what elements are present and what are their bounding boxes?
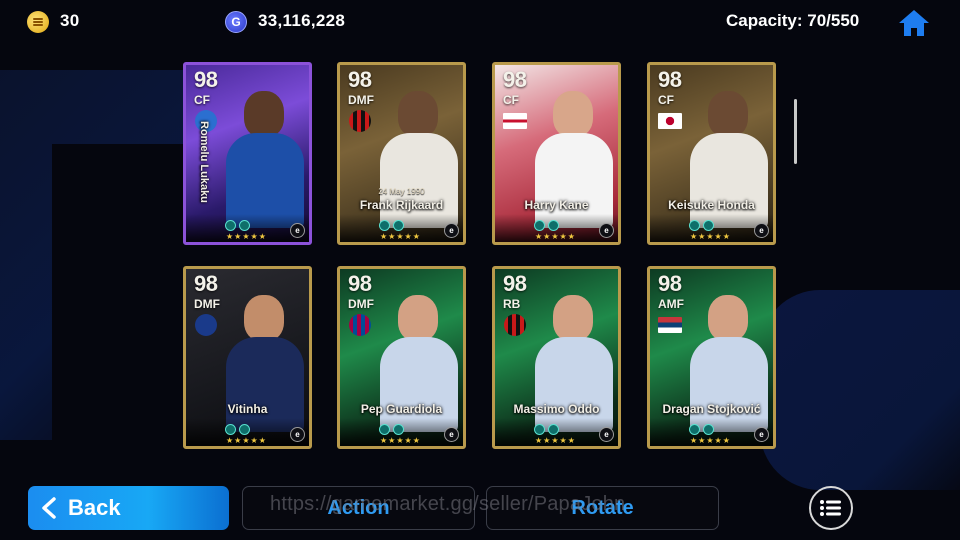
- card-date: 24 May 1990: [378, 187, 425, 196]
- skill-icons: [689, 220, 714, 231]
- player-rating: 98: [503, 67, 527, 92]
- player-card[interactable]: 98 CF Keisuke Honda ★★★★★ e: [647, 62, 776, 245]
- star-rating: ★★★★★: [226, 436, 267, 445]
- player-image: [220, 83, 309, 228]
- skill-icon: [393, 220, 404, 231]
- star-rating: ★★★★★: [226, 232, 267, 241]
- skill-icons: [379, 424, 404, 435]
- player-position: CF: [503, 93, 519, 107]
- skill-icon: [225, 220, 236, 231]
- efootball-icon: e: [599, 223, 614, 238]
- skill-icons: [534, 424, 559, 435]
- skill-icons: [225, 424, 250, 435]
- skill-icon: [379, 424, 390, 435]
- top-bar: 30 G 33,116,228 Capacity: 70/550: [0, 0, 960, 44]
- list-menu-button[interactable]: [809, 486, 853, 530]
- ac-milan-crest-icon: [504, 314, 526, 336]
- capacity-label: Capacity: 70/550: [726, 11, 860, 30]
- star-rating: ★★★★★: [535, 232, 576, 241]
- serbia-flag-icon: [658, 317, 682, 333]
- efootball-icon: e: [290, 427, 305, 442]
- player-name: Dragan Stojković: [662, 402, 761, 416]
- player-name: Frank Rijkaard: [359, 198, 444, 212]
- coin-icon: [27, 11, 49, 33]
- list-menu-icon: [820, 500, 841, 516]
- back-button[interactable]: Back: [28, 486, 229, 530]
- player-rating: 98: [658, 271, 682, 296]
- player-name: Harry Kane: [524, 198, 589, 212]
- england-flag-icon: [503, 113, 527, 129]
- skill-icon: [379, 220, 390, 231]
- skill-icon: [393, 424, 404, 435]
- home-icon: [899, 10, 929, 36]
- skill-icon: [225, 424, 236, 435]
- ac-milan-crest-icon: [349, 110, 371, 132]
- barcelona-crest-icon: [349, 314, 371, 336]
- back-label: Back: [68, 495, 121, 520]
- player-position: DMF: [348, 93, 374, 107]
- background-shape-left: [0, 70, 190, 440]
- player-name: Romelu Lukaku: [198, 121, 210, 203]
- star-rating: ★★★★★: [690, 436, 731, 445]
- chevron-left-icon: [42, 497, 56, 519]
- player-position: CF: [194, 93, 210, 107]
- player-name: Keisuke Honda: [668, 198, 755, 212]
- player-name: Vitinha: [227, 402, 268, 416]
- gp-balance: 33,116,228: [258, 11, 346, 30]
- player-card[interactable]: 98 AMF Dragan Stojković ★★★★★ e: [647, 266, 776, 449]
- star-rating: ★★★★★: [535, 436, 576, 445]
- efootball-icon: e: [754, 223, 769, 238]
- efootball-icon: e: [444, 223, 459, 238]
- player-card[interactable]: 98 DMF Vitinha ★★★★★ e: [183, 266, 312, 449]
- skill-icons: [534, 220, 559, 231]
- player-rating: 98: [194, 67, 218, 92]
- efootball-icon: e: [754, 427, 769, 442]
- player-card[interactable]: 98 CF Harry Kane ★★★★★ e: [492, 62, 621, 245]
- player-rating: 98: [348, 67, 372, 92]
- skill-icon: [534, 220, 545, 231]
- player-position: DMF: [194, 297, 220, 311]
- player-rating: 98: [194, 271, 218, 296]
- skill-icon: [703, 220, 714, 231]
- player-card[interactable]: 98 DMF 24 May 1990 Frank Rijkaard ★★★★★ …: [337, 62, 466, 245]
- skill-icons: [689, 424, 714, 435]
- efootball-icon: e: [444, 427, 459, 442]
- gp-icon: G: [225, 11, 247, 33]
- skill-icons: [225, 220, 250, 231]
- player-card[interactable]: 98 RB Massimo Oddo ★★★★★ e: [492, 266, 621, 449]
- player-position: RB: [503, 297, 521, 311]
- japan-flag-icon: [658, 113, 682, 129]
- efootball-icon: e: [290, 223, 305, 238]
- background-shape-right: [760, 290, 960, 490]
- player-name: Pep Guardiola: [360, 402, 443, 416]
- coins-balance: 30: [60, 11, 80, 30]
- player-position: DMF: [348, 297, 374, 311]
- player-rating: 98: [348, 271, 372, 296]
- player-rating: 98: [503, 271, 527, 296]
- skill-icon: [548, 220, 559, 231]
- skill-icon: [689, 220, 700, 231]
- player-position: AMF: [658, 297, 684, 311]
- skill-icon: [689, 424, 700, 435]
- efootball-icon: e: [599, 427, 614, 442]
- player-name: Massimo Oddo: [513, 402, 600, 416]
- skill-icon: [548, 424, 559, 435]
- skill-icon: [703, 424, 714, 435]
- watermark-text: https://gamemarket.gg/seller/PapaJohn: [270, 493, 626, 515]
- player-rating: 98: [658, 67, 682, 92]
- star-rating: ★★★★★: [380, 436, 421, 445]
- skill-icon: [239, 220, 250, 231]
- skill-icon: [534, 424, 545, 435]
- home-button[interactable]: [896, 6, 932, 40]
- psg-crest-icon: [195, 314, 217, 336]
- player-card[interactable]: 98 DMF Pep Guardiola ★★★★★ e: [337, 266, 466, 449]
- skill-icon: [239, 424, 250, 435]
- star-rating: ★★★★★: [690, 232, 731, 241]
- player-card[interactable]: 98 CF Romelu Lukaku ★★★★★ e: [183, 62, 312, 245]
- scrollbar[interactable]: [794, 99, 797, 164]
- star-rating: ★★★★★: [380, 232, 421, 241]
- skill-icons: [379, 220, 404, 231]
- player-position: CF: [658, 93, 674, 107]
